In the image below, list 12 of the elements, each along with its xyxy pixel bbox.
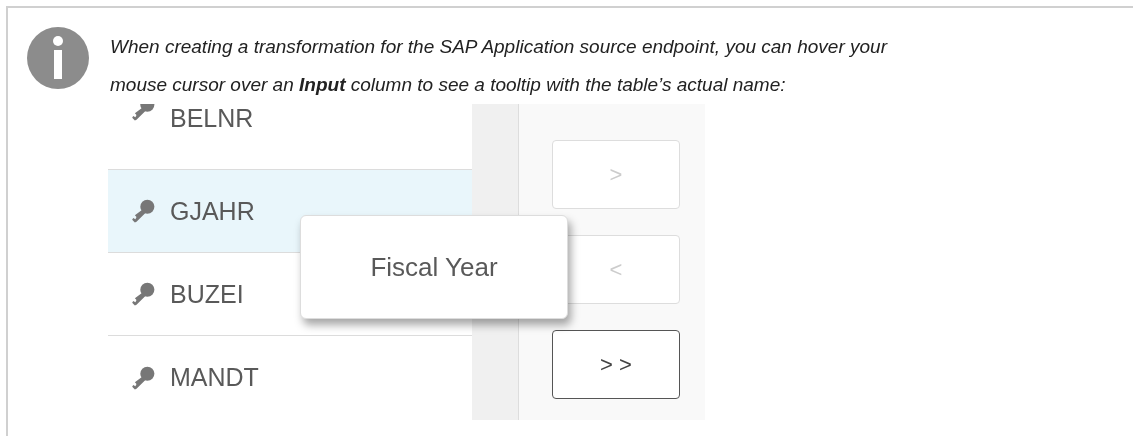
column-name: GJAHR [170, 196, 255, 226]
column-row[interactable]: MANDT [108, 336, 472, 419]
column-name: BUZEI [170, 279, 244, 309]
move-button[interactable]: > > [552, 330, 680, 399]
key-icon [130, 364, 156, 391]
note-text: When creating a transformation for the SAP Application source endpoint, you can hover your mouse cursor over an Input column to see a tooltip with the table’s actual name: [110, 35, 889, 97]
key-icon [130, 281, 156, 307]
tooltip: Fiscal Year [300, 215, 568, 319]
column-name: MANDT [170, 363, 259, 392]
info-icon [27, 27, 89, 89]
key-icon [130, 198, 156, 224]
column-name: BELNR [170, 104, 254, 133]
